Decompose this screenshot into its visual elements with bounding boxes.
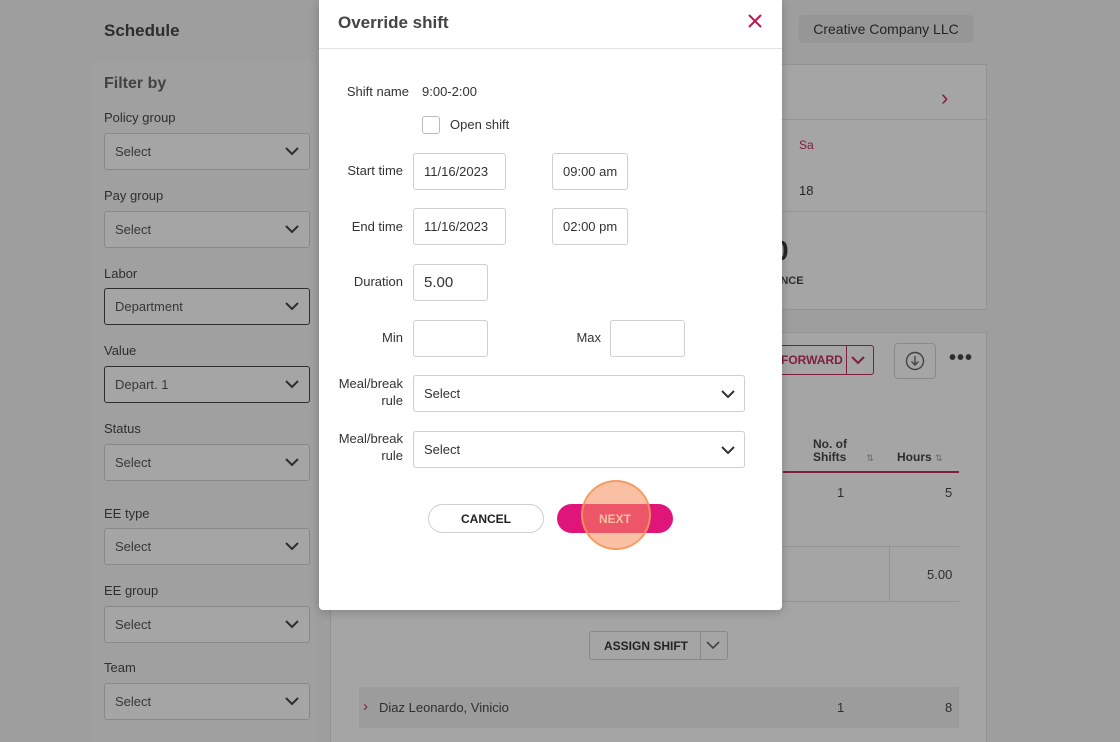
meal-break-rule-value: Select <box>424 442 461 457</box>
min-label: Min <box>382 330 403 345</box>
start-time-label: Start time <box>347 163 403 178</box>
next-button[interactable]: NEXT <box>557 504 673 533</box>
close-icon[interactable] <box>746 12 764 30</box>
meal-break-rule-select-1[interactable]: Select <box>413 375 745 412</box>
divider <box>319 48 782 49</box>
shift-name-value: 9:00-2:00 <box>422 84 477 99</box>
max-label: Max <box>576 330 601 345</box>
meal-break-rule-select-2[interactable]: Select <box>413 431 745 468</box>
meal-break-rule-value: Select <box>424 386 461 401</box>
max-field[interactable] <box>610 320 685 357</box>
open-shift-label: Open shift <box>450 117 510 132</box>
start-date-field[interactable]: 11/16/2023 <box>413 153 506 190</box>
chevron-down-icon <box>720 388 736 400</box>
end-date-field[interactable]: 11/16/2023 <box>413 208 506 245</box>
duration-label: Duration <box>353 274 403 289</box>
chevron-down-icon <box>720 444 736 456</box>
override-shift-dialog: Override shift Shift name 9:00-2:00 Open… <box>319 0 782 610</box>
dialog-title: Override shift <box>338 13 449 32</box>
end-time-field[interactable]: 02:00 pm <box>552 208 628 245</box>
meal-break-rule-label: Meal/break rule <box>338 431 403 463</box>
start-time-field[interactable]: 09:00 am <box>552 153 628 190</box>
min-field[interactable] <box>413 320 488 357</box>
open-shift-checkbox[interactable] <box>422 116 440 134</box>
meal-break-rule-label: Meal/break rule <box>338 376 403 408</box>
shift-name-label: Shift name <box>346 84 409 99</box>
end-time-label: End time <box>351 219 403 234</box>
duration-field[interactable]: 5.00 <box>413 264 488 301</box>
cancel-button[interactable]: CANCEL <box>428 504 544 533</box>
